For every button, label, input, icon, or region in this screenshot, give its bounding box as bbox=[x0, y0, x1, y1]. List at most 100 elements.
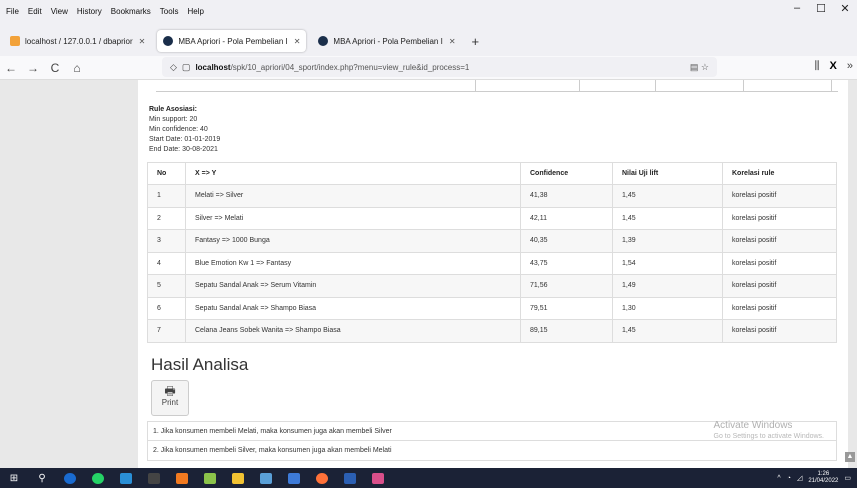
tool-icon[interactable] bbox=[256, 471, 276, 485]
overflow-icon[interactable]: » bbox=[847, 60, 853, 73]
volume-icon[interactable]: ◿ bbox=[797, 474, 802, 482]
cell-korelasi: korelasi positif bbox=[722, 296, 837, 320]
menu-bookmarks[interactable]: Bookmarks bbox=[111, 7, 151, 16]
vscode-icon[interactable] bbox=[116, 471, 136, 485]
clock[interactable]: 1:26 21/04/2022 bbox=[808, 471, 838, 485]
tab-close-icon[interactable]: ✕ bbox=[449, 37, 456, 46]
activate-windows-watermark: Activate Windows Go to Settings to activ… bbox=[714, 420, 825, 440]
menu-bar: File Edit View History Bookmarks Tools H… bbox=[0, 0, 857, 26]
cell-lift: 1,49 bbox=[612, 274, 723, 298]
new-tab-button[interactable]: + bbox=[472, 34, 480, 49]
cell-rule: Fantasy => 1000 Bunga bbox=[185, 229, 521, 253]
file-explorer-icon[interactable] bbox=[228, 471, 248, 485]
cell-no: 5 bbox=[147, 274, 186, 298]
minimize-button[interactable]: – bbox=[785, 2, 809, 15]
tab-mba-apriori-active[interactable]: MBA Apriori - Pola Pembelian I ✕ bbox=[157, 30, 307, 52]
cell-rule: Sepatu Sandal Anak => Serum Vitamin bbox=[185, 274, 521, 298]
xampp-icon[interactable] bbox=[172, 471, 192, 485]
cell-lift: 1,39 bbox=[612, 229, 723, 253]
table-row: 6 Sepatu Sandal Anak => Shampo Biasa 79,… bbox=[147, 296, 837, 320]
app-icon[interactable] bbox=[60, 471, 80, 485]
reload-button[interactable]: C bbox=[44, 61, 66, 75]
url-host: localhost bbox=[195, 62, 231, 72]
site-icon bbox=[318, 36, 329, 46]
menu-history[interactable]: History bbox=[77, 7, 102, 16]
terminal-icon[interactable] bbox=[144, 471, 164, 485]
rule-info: Rule Asosiasi: Min support: 20 Min confi… bbox=[138, 92, 848, 155]
url-path: /spk/10_apriori/04_sport/index.php?menu=… bbox=[230, 62, 470, 72]
cell-korelasi: korelasi positif bbox=[722, 206, 837, 230]
scroll-to-top-button[interactable]: ▲ bbox=[845, 452, 855, 462]
print-button[interactable]: 🖶 Print bbox=[151, 380, 189, 416]
cell-rule: Celana Jeans Sobek Wanita => Shampo Bias… bbox=[185, 319, 521, 343]
tab-mba-apriori[interactable]: MBA Apriori - Pola Pembelian I ✕ bbox=[312, 30, 461, 52]
tab-close-icon[interactable]: ✕ bbox=[139, 37, 146, 46]
address-bar[interactable]: ◇ ▢ localhost/spk/10_apriori/04_sport/in… bbox=[162, 57, 717, 77]
page-content: Rule Asosiasi: Min support: 20 Min confi… bbox=[0, 80, 857, 468]
cell-no: 7 bbox=[147, 319, 186, 343]
whatsapp-icon[interactable] bbox=[88, 471, 108, 485]
back-button[interactable]: ← bbox=[0, 61, 22, 75]
cell-lift: 1,54 bbox=[612, 251, 723, 275]
min-confidence: Min confidence: 40 bbox=[149, 126, 208, 133]
tab-title: localhost / 127.0.0.1 / dbaprior bbox=[25, 36, 133, 46]
menu-help[interactable]: Help bbox=[187, 7, 203, 16]
cell-korelasi: korelasi positif bbox=[722, 274, 837, 298]
nav-bar: ← → C ⌂ ◇ ▢ localhost/spk/10_apriori/04_… bbox=[0, 56, 857, 80]
taskbar: ⊞ ⚲ ^ ◔ ◿ 1:26 21/04/2022 ▭ bbox=[0, 468, 857, 488]
clock-time: 1:26 bbox=[817, 471, 830, 477]
paint-icon[interactable] bbox=[368, 471, 388, 485]
menu-tools[interactable]: Tools bbox=[160, 7, 179, 16]
print-label: Print bbox=[161, 398, 179, 407]
search-icon[interactable]: ⚲ bbox=[32, 471, 52, 485]
tab-strip: localhost / 127.0.0.1 / dbaprior ✕ MBA A… bbox=[0, 26, 857, 56]
cell-confidence: 71,56 bbox=[520, 274, 613, 298]
cell-lift: 1,45 bbox=[612, 184, 723, 208]
cell-confidence: 40,35 bbox=[520, 229, 613, 253]
table-row: 5 Sepatu Sandal Anak => Serum Vitamin 71… bbox=[147, 274, 837, 298]
bookmark-star-icon[interactable]: ▤ ☆ bbox=[690, 62, 709, 73]
notification-icon[interactable]: ▭ bbox=[844, 474, 851, 482]
menu-file[interactable]: File bbox=[6, 7, 19, 16]
rules-table: No X => Y Confidence Nilai Uji lift Kore… bbox=[147, 162, 837, 343]
cell-confidence: 42,11 bbox=[520, 206, 613, 230]
col-lift: Nilai Uji lift bbox=[612, 162, 723, 185]
cell-rule: Sepatu Sandal Anak => Shampo Biasa bbox=[185, 296, 521, 320]
table-row: 3 Fantasy => 1000 Bunga 40,35 1,39 korel… bbox=[147, 229, 837, 253]
cell-korelasi: korelasi positif bbox=[722, 319, 837, 343]
firefox-icon[interactable] bbox=[312, 471, 332, 485]
menu-view[interactable]: View bbox=[51, 7, 68, 16]
end-date: End Date: 30-08-2021 bbox=[149, 146, 218, 153]
close-window-button[interactable]: ✕ bbox=[833, 2, 857, 15]
home-button[interactable]: ⌂ bbox=[66, 61, 88, 75]
cell-confidence: 89,15 bbox=[520, 319, 613, 343]
forward-button[interactable]: → bbox=[22, 61, 44, 75]
word-icon[interactable] bbox=[340, 471, 360, 485]
app2-icon[interactable] bbox=[284, 471, 304, 485]
cell-korelasi: korelasi positif bbox=[722, 251, 837, 275]
watermark-subtitle: Go to Settings to activate Windows. bbox=[713, 433, 825, 440]
cell-no: 1 bbox=[147, 184, 186, 208]
system-tray: ^ ◔ ◿ 1:26 21/04/2022 ▭ bbox=[777, 471, 851, 485]
extension-x-icon[interactable]: X bbox=[830, 60, 837, 73]
library-icon[interactable]: ⫼ bbox=[814, 60, 819, 73]
shield-icon: ◇ bbox=[170, 61, 177, 72]
tab-close-icon[interactable]: ✕ bbox=[294, 37, 301, 46]
table-row: 2 Silver => Melati 42,11 1,45 korelasi p… bbox=[147, 206, 837, 230]
tab-phpmyadmin[interactable]: localhost / 127.0.0.1 / dbaprior ✕ bbox=[4, 30, 151, 52]
tray-chevron-icon[interactable]: ^ bbox=[777, 475, 780, 482]
maximize-button[interactable]: ☐ bbox=[809, 2, 833, 15]
site-icon bbox=[163, 36, 174, 46]
start-icon[interactable]: ⊞ bbox=[4, 471, 24, 485]
min-support: Min support: 20 bbox=[149, 116, 198, 123]
menu-edit[interactable]: Edit bbox=[28, 7, 42, 16]
previous-table-edge bbox=[156, 80, 838, 92]
table-row: 4 Blue Emotion Kw 1 => Fantasy 43,75 1,5… bbox=[147, 251, 837, 275]
watermark-title: Activate Windows bbox=[713, 420, 793, 431]
notepad-icon[interactable] bbox=[200, 471, 220, 485]
network-icon[interactable]: ◔ bbox=[787, 475, 791, 482]
cell-lift: 1,45 bbox=[612, 319, 723, 343]
page-icon: ▢ bbox=[181, 61, 191, 72]
table-header-row: No X => Y Confidence Nilai Uji lift Kore… bbox=[147, 162, 837, 185]
cell-no: 6 bbox=[147, 296, 186, 320]
